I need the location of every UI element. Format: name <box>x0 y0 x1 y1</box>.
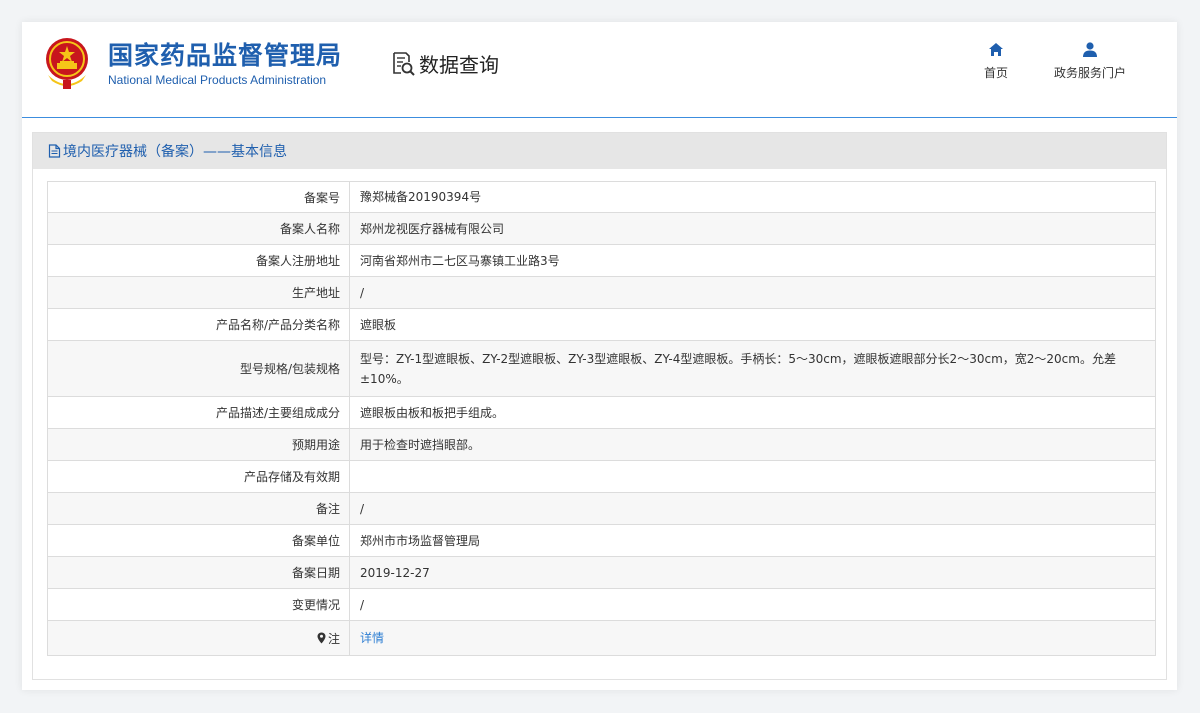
row-label: 变更情况 <box>47 588 350 621</box>
table-row: 产品名称/产品分类名称 遮眼板 <box>47 308 1156 341</box>
row-label: 产品描述/主要组成成分 <box>47 396 350 429</box>
row-label: 产品存储及有效期 <box>47 460 350 493</box>
row-label: 产品名称/产品分类名称 <box>47 308 350 341</box>
page-title: 数据查询 <box>390 49 499 77</box>
map-pin-icon <box>317 632 326 643</box>
note-label-cell: 注 <box>47 620 350 656</box>
note-value-cell: 详情 <box>349 620 1156 656</box>
row-label: 备案人名称 <box>47 212 350 245</box>
page-card: 国家药品监督管理局 National Medical Products Admi… <box>22 22 1177 690</box>
details-link[interactable]: 详情 <box>360 631 384 645</box>
org-name-en: National Medical Products Administration <box>108 73 327 87</box>
row-label: 预期用途 <box>47 428 350 461</box>
document-icon <box>48 144 61 158</box>
table-row: 备案号 豫郑械备20190394号 <box>47 181 1156 213</box>
row-value: 豫郑械备20190394号 <box>349 181 1156 213</box>
row-value: 遮眼板 <box>349 308 1156 341</box>
panel-title: 境内医疗器械（备案）——基本信息 <box>63 144 287 160</box>
national-emblem-logo <box>46 38 88 89</box>
note-label: 注 <box>327 631 340 646</box>
nav-home-label: 首页 <box>984 66 1009 80</box>
table-row: 产品存储及有效期 <box>47 460 1156 493</box>
table-row: 备注 / <box>47 492 1156 525</box>
table-row: 生产地址 / <box>47 276 1156 309</box>
nav-portal-label: 政务服务门户 <box>1054 66 1127 80</box>
row-value: / <box>349 492 1156 525</box>
table-row: 备案人名称 郑州龙视医疗器械有限公司 <box>47 212 1156 245</box>
row-value: 河南省郑州市二七区马寨镇工业路3号 <box>349 244 1156 277</box>
row-label: 备案号 <box>47 181 350 213</box>
page-title-text: 数据查询 <box>419 52 499 77</box>
table-row: 备案日期 2019-12-27 <box>47 556 1156 589</box>
table-row: 备案单位 郑州市市场监督管理局 <box>47 524 1156 557</box>
nav-home[interactable]: 首页 <box>984 42 1008 81</box>
site-header: 国家药品监督管理局 National Medical Products Admi… <box>22 22 1177 118</box>
document-search-icon <box>393 52 415 76</box>
row-label: 生产地址 <box>47 276 350 309</box>
row-value: / <box>349 588 1156 621</box>
record-panel: 境内医疗器械（备案）——基本信息 备案号 豫郑械备20190394号 备案人名称郑… <box>32 132 1167 680</box>
table-row: 变更情况 / <box>47 588 1156 621</box>
row-label: 型号规格/包装规格 <box>47 340 350 397</box>
table-row: 预期用途 用于检查时遮挡眼部。 <box>47 428 1156 461</box>
row-label: 备案人注册地址 <box>47 244 350 277</box>
table-row: 型号规格/包装规格 型号：ZY-1型遮眼板、ZY-2型遮眼板、ZY-3型遮眼板、Z… <box>47 340 1156 397</box>
nav-service-portal[interactable]: 政务服务门户 <box>1054 42 1126 81</box>
row-value <box>349 460 1156 493</box>
table-row: 注 详情 <box>47 620 1156 656</box>
row-label: 备注 <box>47 492 350 525</box>
row-value: 2019-12-27 <box>349 556 1156 589</box>
row-label: 备案单位 <box>47 524 350 557</box>
row-value: 郑州龙视医疗器械有限公司 <box>349 212 1156 245</box>
table-row: 产品描述/主要组成成分 遮眼板由板和板把手组成。 <box>47 396 1156 429</box>
row-value: 遮眼板由板和板把手组成。 <box>349 396 1156 429</box>
table-row: 备案人注册地址 河南省郑州市二七区马寨镇工业路3号 <box>47 244 1156 277</box>
row-value: / <box>349 276 1156 309</box>
row-value: 型号：ZY-1型遮眼板、ZY-2型遮眼板、ZY-3型遮眼板、ZY-4型遮眼板。手… <box>349 340 1156 397</box>
row-value: 郑州市市场监督管理局 <box>349 524 1156 557</box>
home-icon <box>989 43 1003 56</box>
org-name-cn: 国家药品监督管理局 <box>108 41 343 70</box>
row-value: 用于检查时遮挡眼部。 <box>349 428 1156 461</box>
panel-header: 境内医疗器械（备案）——基本信息 <box>33 133 1166 169</box>
user-icon <box>1083 42 1097 57</box>
row-label: 备案日期 <box>47 556 350 589</box>
record-table: 备案号 豫郑械备20190394号 备案人名称 郑州龙视医疗器械有限公司 备案人注册… <box>47 181 1156 656</box>
